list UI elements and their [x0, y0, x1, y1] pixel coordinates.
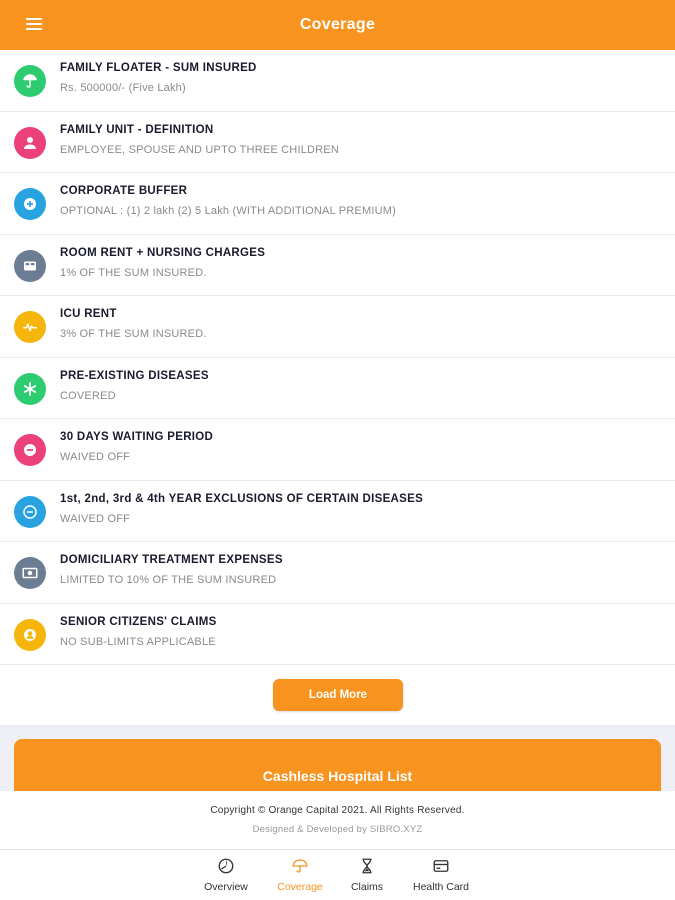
coverage-item-subtitle: WAIVED OFF [60, 451, 131, 463]
cashless-hospital-list-button[interactable]: Cashless Hospital List [14, 739, 661, 793]
coverage-item-waiting-period[interactable]: 30 DAYS WAITING PERIOD WAIVED OFF [0, 419, 675, 481]
coverage-item-subtitle: WAIVED OFF [60, 512, 131, 525]
umbrella-icon [292, 859, 308, 873]
coverage-item-pre-existing[interactable]: PRE-EXISTING DISEASES COVERED [0, 358, 675, 419]
coverage-item-title: 30 DAYS WAITING PERIOD [60, 431, 214, 443]
coverage-item-subtitle: Rs. 500000/- (Five Lakh) [60, 82, 186, 94]
coverage-item-title: PRE-EXISTING DISEASES [60, 369, 209, 382]
coverage-item-family-floater[interactable]: FAMILY FLOATER - SUM INSURED Rs. 500000/… [0, 50, 675, 112]
coverage-item-subtitle: 3% OF THE SUM INSURED. [60, 328, 207, 340]
nav-claims-label: Claims [350, 881, 384, 893]
bottom-navigation: Overview Coverage Claims Health Card [0, 849, 675, 900]
hourglass-icon [362, 858, 372, 874]
coverage-item-title: SENIOR CITIZENS' CLAIMS [60, 615, 217, 628]
page-title: Coverage [299, 16, 376, 33]
money-icon [14, 557, 46, 589]
menu-icon[interactable] [26, 15, 52, 35]
load-more-button[interactable]: Load More [273, 679, 403, 711]
coverage-item-title: ICU RENT [60, 308, 117, 320]
coverage-item-subtitle: LIMITED TO 10% OF THE SUM INSURED [60, 574, 277, 586]
coverage-item-subtitle: COVERED [60, 389, 116, 402]
coverage-item-corporate-buffer[interactable]: CORPORATE BUFFER OPTIONAL : (1) 2 lakh (… [0, 173, 675, 235]
asterisk-icon [14, 372, 46, 405]
plus-icon [14, 188, 46, 220]
nav-overview-label: Overview [204, 881, 248, 893]
cashless-hospital-list-label: Cashless Hospital List [262, 768, 413, 784]
coverage-item-title: ROOM RENT + NURSING CHARGES [60, 246, 266, 259]
clock-icon [218, 858, 234, 874]
app-bar: Coverage [0, 0, 675, 50]
coverage-item-title: CORPORATE BUFFER [60, 185, 188, 197]
bed-icon [14, 249, 46, 282]
coverage-item-domiciliary[interactable]: DOMICILIARY TREATMENT EXPENSES LIMITED T… [0, 542, 675, 604]
coverage-item-senior-citizens[interactable]: SENIOR CITIZENS' CLAIMS NO SUB-LIMITS AP… [0, 604, 675, 665]
umbrella-icon [14, 65, 46, 97]
coverage-item-title: 1st, 2nd, 3rd & 4th YEAR EXCLUSIONS OF C… [60, 492, 424, 505]
designed-by-text: Designed & Developed by SIBRO.XYZ [252, 824, 423, 835]
copyright-text: Copyright © Orange Capital 2021. All Rig… [210, 805, 465, 816]
load-more-container: Load More [0, 665, 675, 725]
coverage-item-subtitle: NO SUB-LIMITS APPLICABLE [60, 635, 216, 648]
footer: Copyright © Orange Capital 2021. All Rig… [0, 791, 675, 849]
coverage-item-year-exclusions[interactable]: 1st, 2nd, 3rd & 4th YEAR EXCLUSIONS OF C… [0, 481, 675, 542]
card-icon [433, 860, 449, 872]
coverage-item-icu-rent[interactable]: ICU RENT 3% OF THE SUM INSURED. [0, 296, 675, 358]
person-icon [14, 126, 46, 159]
circle-minus-icon [14, 495, 46, 528]
coverage-item-subtitle: 1% OF THE SUM INSURED. [60, 266, 207, 279]
coverage-item-subtitle: EMPLOYEE, SPOUSE AND UPTO THREE CHILDREN [60, 143, 339, 156]
coverage-list: FAMILY FLOATER - SUM INSURED Rs. 500000/… [0, 50, 675, 665]
nav-health-card[interactable]: Health Card [401, 855, 481, 899]
nav-health-card-label: Health Card [412, 881, 470, 893]
coverage-item-title: DOMICILIARY TREATMENT EXPENSES [60, 554, 283, 566]
pulse-icon [14, 311, 46, 343]
coverage-item-title: FAMILY FLOATER - SUM INSURED [60, 62, 257, 74]
minus-icon [14, 434, 46, 466]
senior-icon [14, 618, 46, 651]
coverage-item-title: FAMILY UNIT - DEFINITION [60, 123, 214, 136]
coverage-item-subtitle: OPTIONAL : (1) 2 lakh (2) 5 Lakh (WITH A… [60, 205, 396, 217]
nav-claims[interactable]: Claims [327, 855, 407, 899]
nav-overview[interactable]: Overview [186, 855, 266, 899]
coverage-item-family-unit[interactable]: FAMILY UNIT - DEFINITION EMPLOYEE, SPOUS… [0, 112, 675, 173]
coverage-item-room-rent[interactable]: ROOM RENT + NURSING CHARGES 1% OF THE SU… [0, 235, 675, 296]
